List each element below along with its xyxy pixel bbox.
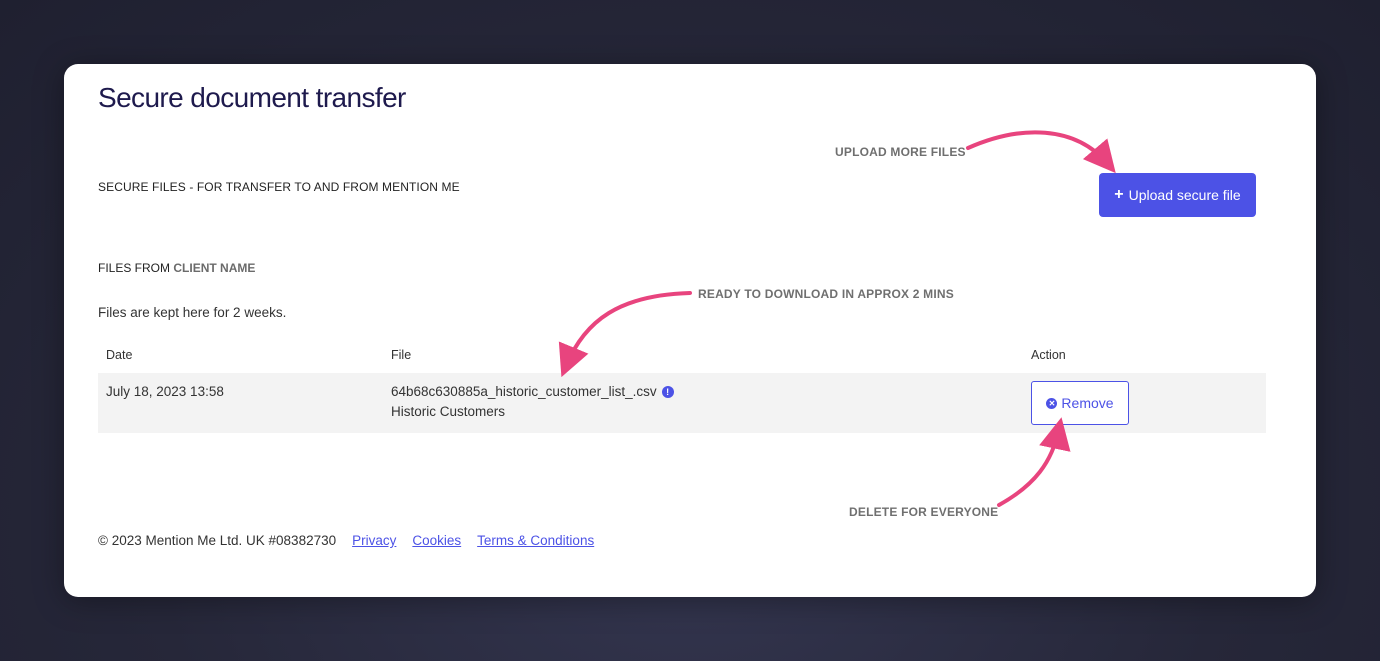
file-name: 64b68c630885a_historic_customer_list_.cs… [391,384,674,399]
client-name: CLIENT NAME [173,261,256,275]
upload-secure-file-button[interactable]: + Upload secure file [1099,173,1256,217]
privacy-link[interactable]: Privacy [352,533,396,548]
files-table: Date File Action July 18, 2023 13:58 64b… [98,340,1266,433]
header-action: Action [1031,348,1066,362]
info-icon[interactable]: ! [661,385,674,398]
page-title: Secure document transfer [98,82,406,113]
file-description: Historic Customers [391,404,506,419]
file-name-text: 64b68c630885a_historic_customer_list_.cs… [391,384,657,399]
annotation-delete: DELETE FOR EVERYONE [849,505,999,519]
header-file: File [391,348,412,362]
files-from-heading: FILES FROM CLIENT NAME [98,261,255,275]
transfer-card: Secure document transfer SECURE FILES - … [64,64,1316,597]
table-header: Date File Action [98,340,1266,373]
cookies-link[interactable]: Cookies [412,533,461,548]
close-circle-icon: ✕ [1046,397,1058,409]
header-date: Date [106,348,133,362]
table-row: July 18, 2023 13:58 64b68c630885a_histor… [98,373,1266,433]
footer: © 2023 Mention Me Ltd. UK #08382730 Priv… [98,533,594,548]
copyright: © 2023 Mention Me Ltd. UK #08382730 [98,533,337,548]
file-date: July 18, 2023 13:58 [106,384,224,399]
section-title: SECURE FILES - FOR TRANSFER TO AND FROM … [98,180,460,194]
plus-icon: + [1114,186,1124,203]
annotation-ready: READY TO DOWNLOAD IN APPROX 2 MINS [698,287,954,301]
terms-link[interactable]: Terms & Conditions [477,533,594,548]
files-from-prefix: FILES FROM [98,261,171,275]
upload-button-label: Upload secure file [1128,187,1241,203]
remove-button[interactable]: ✕ Remove [1031,381,1129,425]
remove-button-label: Remove [1061,395,1114,411]
annotation-upload: UPLOAD MORE FILES [835,145,966,159]
retention-note: Files are kept here for 2 weeks. [98,305,287,320]
